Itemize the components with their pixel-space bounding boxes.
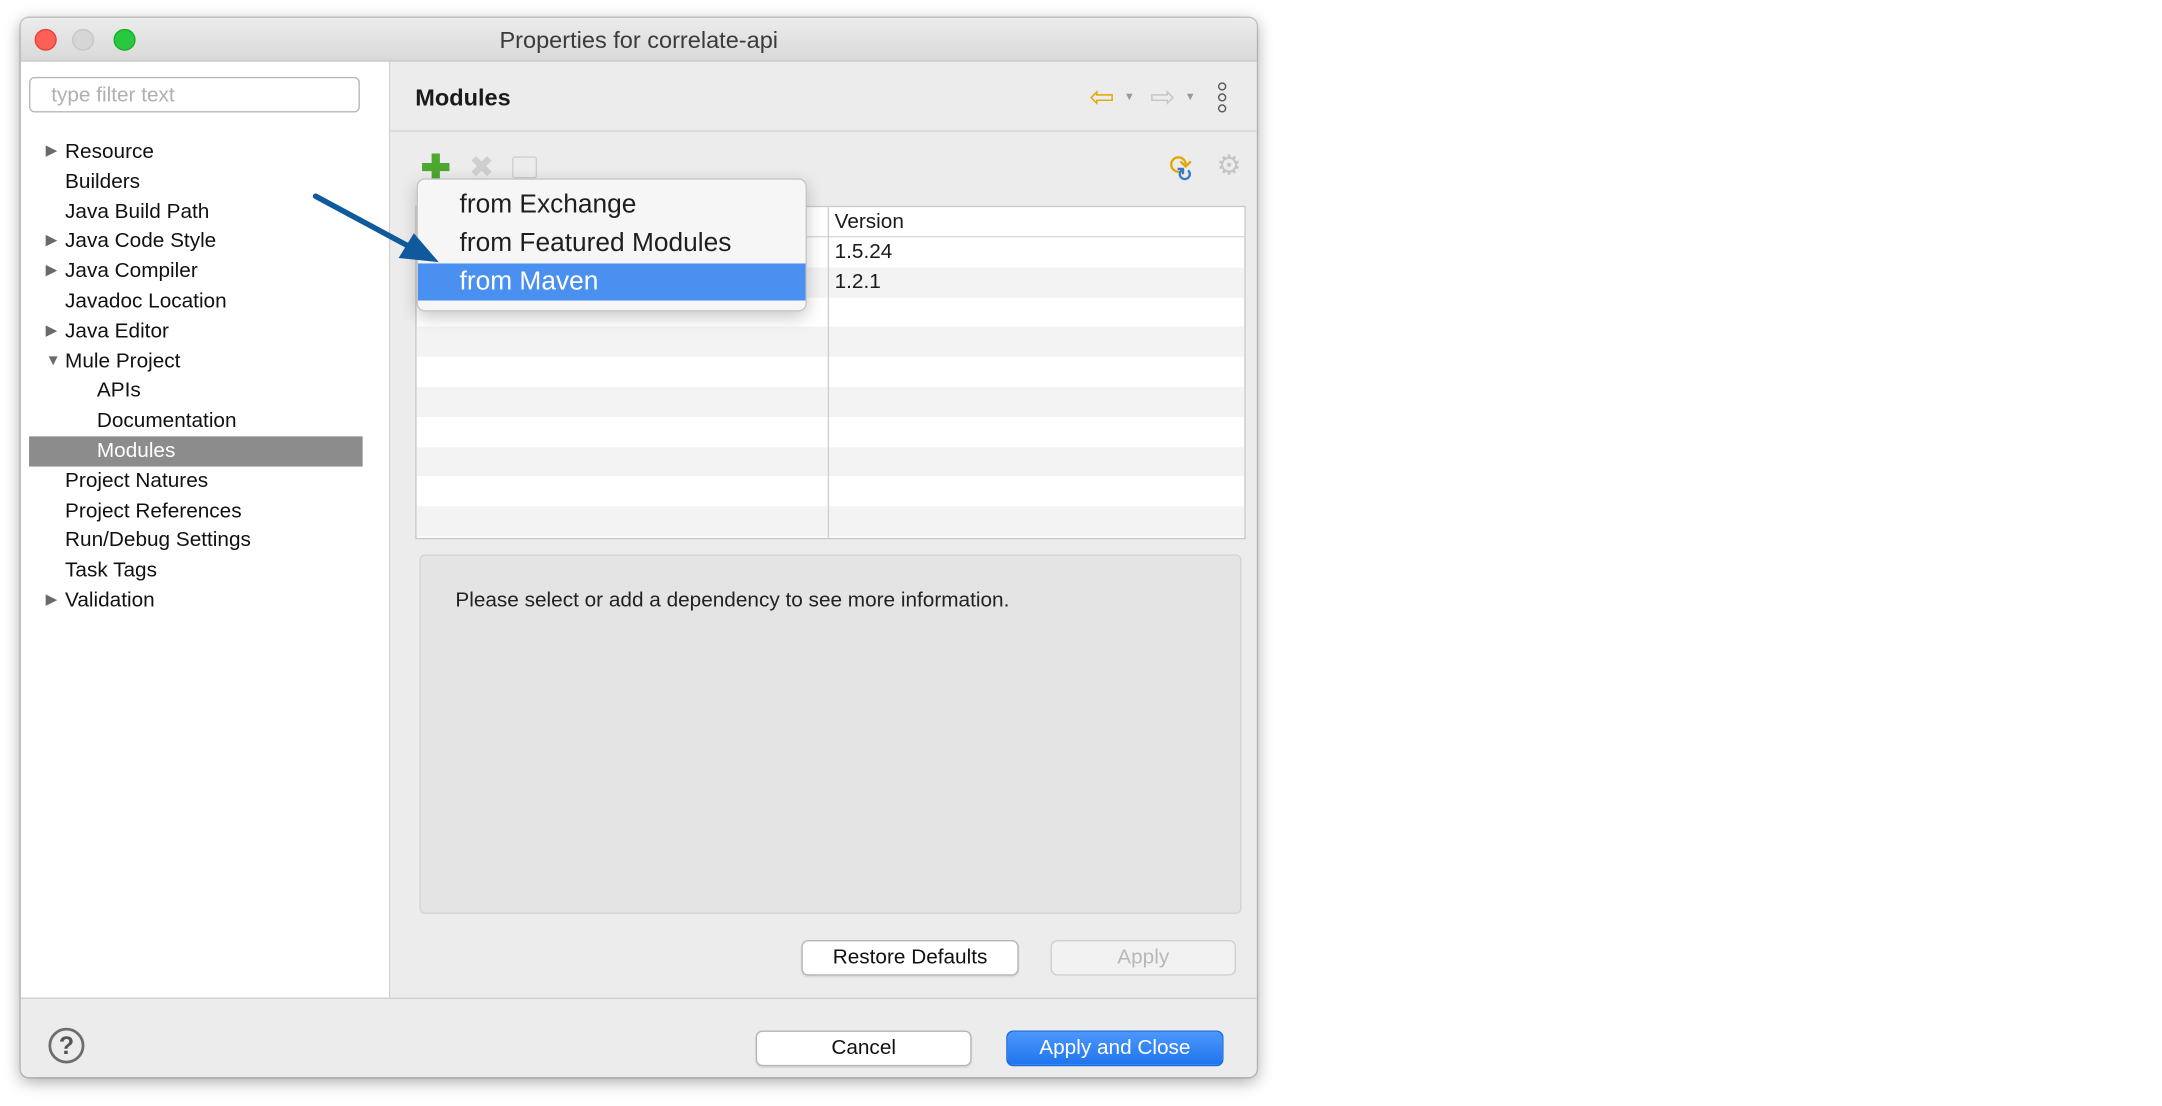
menu-item-from-featured-modules[interactable]: from Featured Modules: [418, 225, 806, 262]
collapse-icon[interactable]: ▼: [46, 347, 61, 377]
menu-item-label: from Featured Modules: [459, 229, 732, 258]
back-arrow-icon[interactable]: ⇦: [1089, 82, 1115, 112]
tree-item-label: Validation: [65, 588, 155, 612]
tree-item-label: Project Natures: [65, 468, 209, 493]
apply-and-close-button[interactable]: Apply and Close: [1006, 1030, 1224, 1067]
tree-item-label: Documentation: [96, 409, 237, 433]
menu-item-label: from Exchange: [459, 190, 637, 220]
tree-item-resource[interactable]: ▶ Resource: [29, 137, 363, 167]
expand-icon[interactable]: ▶: [46, 227, 58, 257]
tree-item-label: Project References: [65, 498, 242, 523]
back-dropdown-icon[interactable]: ▼: [1124, 91, 1135, 103]
forward-arrow-icon[interactable]: ⇨: [1150, 82, 1176, 112]
tree-item-label: Java Compiler: [65, 259, 198, 283]
tree-item-modules[interactable]: Modules: [29, 436, 363, 467]
table-row-empty: [417, 417, 1245, 447]
table-row-empty: [416, 327, 1245, 358]
menu-item-from-maven[interactable]: from Maven: [417, 263, 806, 301]
expand-icon[interactable]: ▶: [46, 137, 58, 167]
table-row-empty: [416, 446, 1245, 477]
column-divider[interactable]: [827, 207, 830, 538]
version-cell: 1.5.24: [834, 240, 893, 264]
expand-icon[interactable]: ▶: [46, 257, 58, 287]
cancel-button[interactable]: Cancel: [755, 1030, 972, 1067]
dialog-footer: ? Cancel Apply and Close: [20, 997, 1257, 1078]
info-text: Please select or add a dependency to see…: [455, 588, 1010, 613]
title-bar: Properties for correlate-api: [20, 17, 1257, 62]
menu-item-label: from Maven: [459, 267, 599, 297]
table-row-empty: [416, 386, 1245, 417]
tree-item-label: Java Editor: [65, 319, 169, 343]
tree-item-label: Java Build Path: [65, 199, 210, 224]
view-menu-icon[interactable]: [1217, 82, 1231, 113]
tree-item-label: Builders: [65, 169, 141, 194]
tree-item-label: Modules: [96, 439, 176, 463]
tree-item-run-debug-settings[interactable]: Run/Debug Settings: [29, 526, 363, 556]
version-cell: 1.2.1: [834, 270, 881, 294]
tree-item-label: APIs: [96, 379, 141, 403]
tree-item-mule-project[interactable]: ▼ Mule Project: [29, 347, 363, 377]
add-icon[interactable]: ✚: [421, 150, 451, 186]
tree-item-java-editor[interactable]: ▶ Java Editor: [29, 317, 363, 347]
tree-item-label: Javadoc Location: [65, 289, 227, 313]
tree-item-project-natures[interactable]: Project Natures: [29, 466, 363, 496]
tree-item-label: Mule Project: [65, 349, 181, 373]
filter-input[interactable]: [29, 76, 360, 113]
gear-icon[interactable]: ⚙: [1215, 152, 1243, 179]
tree-item-java-code-style[interactable]: ▶ Java Code Style: [29, 227, 363, 257]
tree-item-task-tags[interactable]: Task Tags: [29, 556, 363, 586]
window-title: Properties for correlate-api: [499, 27, 779, 54]
table-row-empty: [417, 477, 1245, 507]
tree-item-validation[interactable]: ▶ Validation: [29, 586, 363, 616]
tree-item-project-references[interactable]: Project References: [29, 496, 363, 526]
table-row-empty: [416, 506, 1245, 537]
apply-button[interactable]: Apply: [1050, 939, 1237, 976]
tree-item-javadoc-location[interactable]: Javadoc Location: [29, 287, 363, 317]
forward-dropdown-icon[interactable]: ▼: [1185, 91, 1196, 103]
tree-item-apis[interactable]: APIs: [29, 376, 363, 406]
dependency-info-panel: Please select or add a dependency to see…: [419, 554, 1242, 914]
tree-item-builders[interactable]: Builders: [29, 167, 363, 197]
page-title: Modules: [415, 85, 511, 112]
tree-item-label: Java Code Style: [65, 229, 217, 254]
refresh-icon[interactable]: ⟳ ↻: [1167, 152, 1195, 185]
tree-item-label: Resource: [65, 139, 154, 164]
remove-icon[interactable]: ✖: [468, 152, 496, 182]
expand-icon[interactable]: ▶: [46, 317, 58, 347]
help-icon[interactable]: ?: [48, 1027, 85, 1064]
properties-dialog: Properties for correlate-api ▶ Resource …: [20, 17, 1257, 1078]
tree-item-java-compiler[interactable]: ▶ Java Compiler: [29, 257, 363, 287]
preference-tree: ▶ Resource Builders Java Build Path ▶ Ja…: [29, 137, 363, 616]
sidebar: ▶ Resource Builders Java Build Path ▶ Ja…: [20, 61, 391, 998]
restore-defaults-button[interactable]: Restore Defaults: [801, 939, 1019, 976]
expand-icon[interactable]: ▶: [46, 586, 58, 616]
tree-item-label: Run/Debug Settings: [65, 528, 251, 553]
menu-item-from-exchange[interactable]: from Exchange: [418, 187, 806, 224]
add-module-menu: from Exchange from Featured Modules from…: [416, 178, 807, 312]
tree-item-java-build-path[interactable]: Java Build Path: [29, 197, 363, 227]
tree-item-documentation[interactable]: Documentation: [29, 406, 363, 436]
table-row-empty: [417, 357, 1245, 387]
tree-item-label: Task Tags: [65, 558, 158, 583]
edit-icon[interactable]: [512, 156, 538, 179]
header-divider: [390, 130, 1257, 132]
column-header-version[interactable]: Version: [835, 210, 904, 233]
